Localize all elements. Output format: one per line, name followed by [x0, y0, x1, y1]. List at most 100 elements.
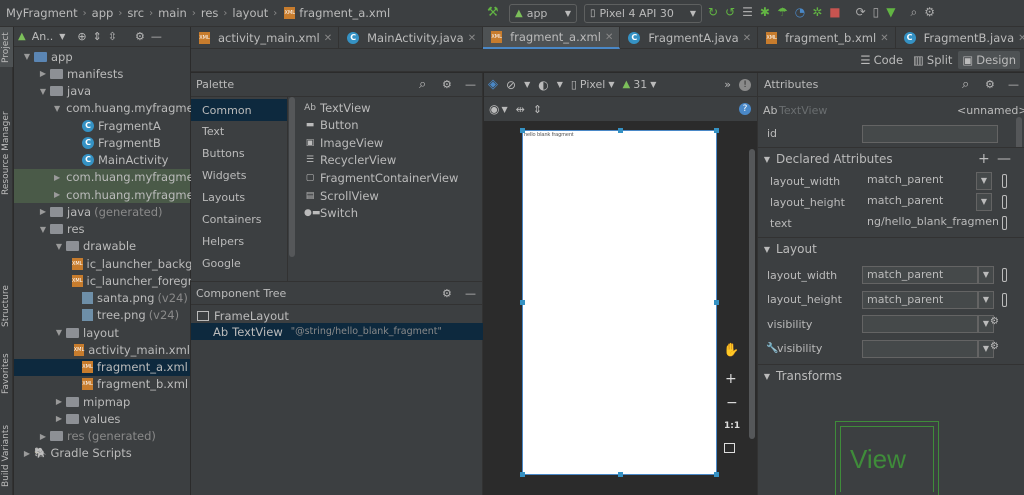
attribute-dropdown[interactable]: ▼ [978, 266, 994, 284]
palette-item[interactable]: ●▬ Switch [304, 205, 358, 222]
resource-manager-tab[interactable]: Resource Manager [0, 97, 13, 209]
breadcrumb-item[interactable]: res [201, 6, 219, 20]
tree-item[interactable]: ▼ layout [14, 324, 190, 341]
gradle-sync-icon[interactable]: ⟳ [856, 5, 866, 20]
breadcrumb-item[interactable]: layout [232, 6, 268, 20]
resize-handle[interactable] [618, 128, 623, 133]
tree-item[interactable]: XML activity_main.xml [14, 341, 190, 358]
warning-icon[interactable]: ! [739, 78, 751, 91]
tree-item[interactable]: ▶ values [14, 410, 190, 427]
breadcrumb-item[interactable]: src [127, 6, 144, 20]
attribute-value-input[interactable]: ng/hello_blank_fragment [863, 214, 998, 232]
eye-icon[interactable]: ◉ [489, 102, 499, 116]
editor-tab[interactable]: XML fragment_b.xml ✕ [758, 27, 896, 49]
tree-item[interactable]: C MainActivity [14, 152, 190, 169]
breadcrumb-item[interactable]: main [158, 6, 187, 20]
search-icon[interactable]: ⌕ [911, 5, 918, 20]
resource-picker-icon[interactable] [1002, 216, 1007, 230]
attribute-dropdown[interactable]: ▼ [976, 193, 992, 211]
chevron-right-icon[interactable]: ▶ [54, 190, 60, 199]
gear-icon[interactable]: ⚙ [990, 341, 1000, 355]
chevron-right-icon[interactable]: ▶ [38, 432, 48, 441]
chevron-down-icon[interactable]: ▼ [38, 225, 48, 234]
minimize-icon[interactable]: — [465, 287, 476, 300]
resource-picker-icon[interactable] [1002, 268, 1007, 282]
build-variants-tab[interactable]: Build Variants [0, 417, 13, 495]
tree-item[interactable]: XML ic_launcher_foregr [14, 272, 192, 289]
tree-item[interactable]: ▶ 🐘 Gradle Scripts [14, 445, 190, 462]
palette-category[interactable]: Layouts [191, 187, 287, 209]
add-attribute-icon[interactable]: + [978, 151, 990, 167]
close-icon[interactable]: ✕ [743, 33, 751, 44]
search-icon[interactable]: ⌕ [419, 77, 426, 92]
palette-category[interactable]: Buttons [191, 143, 287, 165]
palette-item[interactable]: ▬ Button [304, 117, 359, 134]
attribute-value-input[interactable] [862, 339, 978, 358]
preview-textview[interactable]: hello blank fragment [524, 132, 574, 138]
gear-icon[interactable]: ⚙ [985, 78, 995, 91]
transforms-section[interactable]: ▼ Transforms [758, 364, 1024, 387]
editor-tab[interactable]: C FragmentA.java ✕ [620, 27, 759, 49]
tree-item[interactable]: ▶ com.huang.myfragme [14, 168, 194, 186]
more-icon[interactable]: » [724, 78, 731, 91]
layers-icon[interactable]: ◈ [488, 77, 498, 92]
breadcrumb-item[interactable]: MyFragment [6, 6, 78, 20]
tree-item[interactable]: ▼ java [14, 83, 190, 100]
attribute-dropdown[interactable]: ▼ [976, 172, 992, 190]
tree-item[interactable]: ▶ mipmap [14, 393, 190, 410]
layout-section[interactable]: ▼ Layout [758, 237, 1024, 260]
resource-picker-icon[interactable] [1002, 292, 1007, 307]
chevron-down-icon[interactable]: ▼ [54, 104, 60, 113]
tree-item[interactable]: ▶ java (generated) [14, 203, 190, 220]
design-mode-button[interactable]: ▣ Design [958, 51, 1020, 69]
chevron-right-icon[interactable]: ▶ [54, 397, 64, 406]
gear-icon[interactable]: ⚙ [442, 287, 452, 300]
tree-item[interactable]: santa.png (v24) [14, 290, 190, 307]
collapse-all-icon[interactable]: ⇳ [108, 30, 117, 43]
chevron-down-icon[interactable]: ▼ [54, 242, 64, 251]
close-icon[interactable]: ✕ [468, 33, 476, 44]
close-icon[interactable]: ✕ [880, 33, 888, 44]
tree-item[interactable]: C FragmentA [14, 117, 190, 134]
chevron-right-icon[interactable]: ▶ [54, 173, 60, 182]
breadcrumb-item[interactable]: fragment_a.xml [299, 6, 390, 20]
palette-category[interactable]: Common [191, 99, 287, 121]
id-input[interactable] [862, 125, 998, 143]
attribute-dropdown[interactable]: ▼ [978, 290, 994, 309]
gear-icon[interactable]: ⚙ [135, 30, 145, 43]
tree-item[interactable]: ▶ res (generated) [14, 428, 190, 445]
build-hammer-icon[interactable]: ⚒ [487, 5, 499, 20]
margin-horizontal-icon[interactable]: ⇹ [516, 103, 525, 116]
tree-item[interactable]: XML fragment_a.xml [14, 358, 190, 376]
close-icon[interactable]: ✕ [1018, 33, 1024, 44]
search-icon[interactable]: ⌕ [962, 77, 969, 92]
minimize-icon[interactable]: — [1008, 78, 1019, 91]
favorites-tab[interactable]: Favorites [0, 345, 13, 403]
tree-item[interactable]: ▼ drawable [14, 238, 190, 255]
night-mode-icon[interactable]: ◐ [538, 78, 548, 92]
project-view-selector[interactable]: An.. [32, 30, 54, 43]
attribute-value-input[interactable]: match_parent [862, 266, 978, 284]
tree-node-framelayout[interactable]: FrameLayout [197, 307, 289, 324]
resize-handle[interactable] [520, 472, 525, 477]
chevron-right-icon[interactable]: ▶ [38, 69, 48, 78]
resize-handle[interactable] [618, 472, 623, 477]
chevron-right-icon[interactable]: ▶ [22, 449, 32, 458]
margin-vertical-icon[interactable]: ⇕ [533, 103, 542, 116]
remove-attribute-icon[interactable]: — [997, 151, 1011, 167]
chevron-right-icon[interactable]: ▶ [38, 207, 48, 216]
pan-hand-icon[interactable]: ✋ [723, 343, 739, 358]
chevron-down-icon[interactable]: ▼ [557, 80, 563, 89]
declared-attributes-section[interactable]: ▼ Declared Attributes + — [758, 147, 1024, 170]
editor-tab[interactable]: XML fragment_a.xml ✕ [483, 27, 621, 49]
tree-item[interactable]: tree.png (v24) [14, 307, 190, 324]
gear-icon[interactable]: ⚙ [990, 316, 1000, 330]
palette-categories-scrollbar[interactable] [289, 97, 295, 257]
chevron-down-icon[interactable]: ▼ [54, 328, 64, 337]
device-dropdown[interactable]: ▯ Pixel 4 API 30 ▼ [584, 4, 702, 23]
expand-all-icon[interactable]: ⇕ [93, 30, 102, 43]
help-icon[interactable]: ? [739, 103, 751, 115]
chevron-down-icon[interactable]: ▼ [501, 105, 507, 114]
run-config-dropdown[interactable]: ▲ app ▼ [509, 4, 577, 23]
tree-node-textview[interactable]: Ab TextView "@string/hello_blank_fragmen… [191, 323, 483, 340]
